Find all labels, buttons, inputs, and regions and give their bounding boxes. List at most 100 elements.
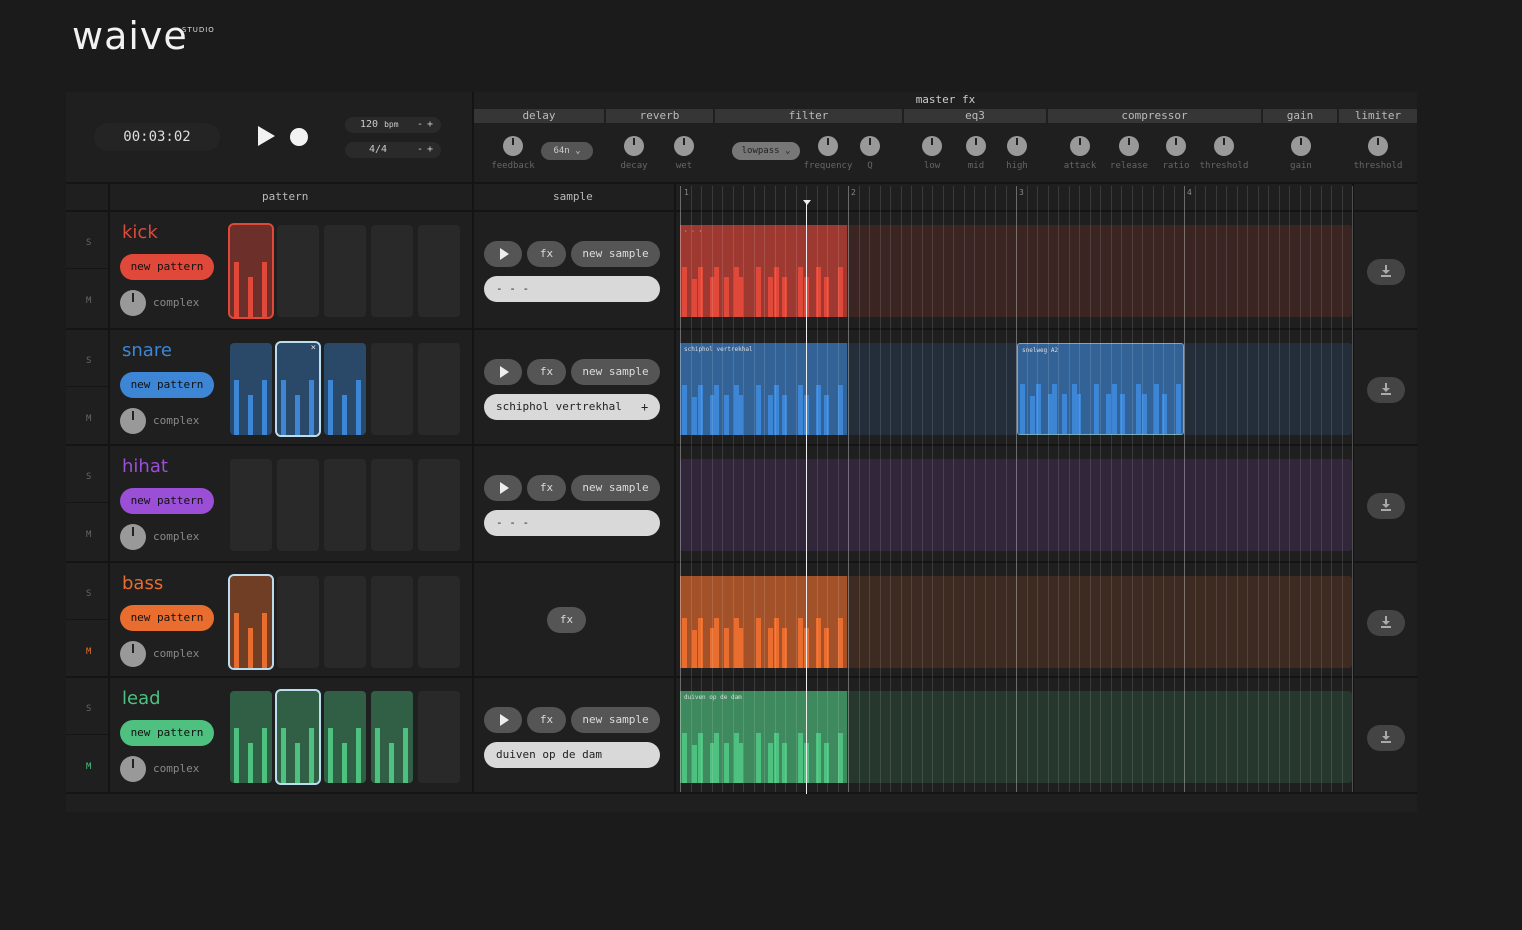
mute-button[interactable]: M (86, 296, 91, 306)
pattern-slot[interactable] (371, 459, 413, 551)
pattern-slot[interactable] (228, 223, 274, 319)
playhead[interactable] (806, 202, 807, 794)
mute-button[interactable]: M (86, 530, 91, 540)
pattern-slot[interactable] (277, 225, 319, 317)
download-icon (1381, 616, 1391, 628)
limiter-threshold-knob[interactable] (1368, 136, 1388, 156)
complexity-knob[interactable] (120, 524, 146, 550)
eq-high-knob[interactable] (1007, 136, 1027, 156)
new-sample-button[interactable]: new sample (571, 707, 660, 733)
knob-label: wet (675, 161, 693, 171)
sample-fx-button[interactable]: fx (527, 475, 566, 501)
pattern-slot[interactable] (324, 576, 366, 668)
sample-fx-button[interactable]: fx (527, 241, 566, 267)
delay-time-dropdown[interactable]: 64n ⌄ (541, 142, 593, 160)
download-button[interactable] (1367, 259, 1405, 285)
beat-gridline (1079, 186, 1080, 792)
sig-plus[interactable]: + (427, 144, 433, 155)
close-icon[interactable]: × (311, 343, 316, 353)
pattern-slot[interactable] (418, 576, 460, 668)
solo-button[interactable]: S (86, 704, 91, 714)
mute-button[interactable]: M (86, 762, 91, 772)
filter-q-knob[interactable] (860, 136, 880, 156)
comp-release-knob[interactable] (1119, 136, 1139, 156)
pattern-slot[interactable] (230, 691, 272, 783)
pattern-slot[interactable] (371, 343, 413, 435)
sample-name-field[interactable]: - - - (484, 276, 660, 302)
solo-button[interactable]: S (86, 472, 91, 482)
pattern-slot[interactable] (275, 689, 321, 785)
reverb-wet-knob[interactable] (674, 136, 694, 156)
complexity-knob[interactable] (120, 756, 146, 782)
add-icon[interactable]: + (641, 400, 648, 414)
sample-name-field[interactable]: - - - (484, 510, 660, 536)
new-pattern-button[interactable]: new pattern (120, 254, 214, 280)
new-pattern-button[interactable]: new pattern (120, 488, 214, 514)
sample-fx-button[interactable]: fx (527, 359, 566, 385)
pattern-slot[interactable] (230, 343, 272, 435)
pattern-slot[interactable] (418, 343, 460, 435)
gain-knob[interactable] (1291, 136, 1311, 156)
new-pattern-button[interactable]: new pattern (120, 720, 214, 746)
pattern-slot[interactable] (324, 225, 366, 317)
eq-mid-knob[interactable] (966, 136, 986, 156)
bpm-control[interactable]: 120 bpm - + (345, 117, 441, 133)
sample-fx-button[interactable]: fx (527, 707, 566, 733)
pattern-bar (389, 743, 394, 783)
time-signature-control[interactable]: 4/4 - + (345, 142, 441, 158)
playhead-marker[interactable] (803, 200, 811, 205)
pattern-slot[interactable] (371, 225, 413, 317)
new-sample-button[interactable]: new sample (571, 475, 660, 501)
new-sample-button[interactable]: new sample (571, 359, 660, 385)
pattern-slot[interactable] (371, 576, 413, 668)
complexity-knob[interactable] (120, 641, 146, 667)
pattern-slot[interactable] (324, 459, 366, 551)
play-button[interactable] (258, 126, 275, 146)
complexity-knob[interactable] (120, 408, 146, 434)
pattern-slot[interactable] (371, 691, 413, 783)
pattern-slot[interactable]: × (275, 341, 321, 437)
bpm-plus[interactable]: + (427, 119, 433, 130)
sample-name-field[interactable]: duiven op de dam (484, 742, 660, 768)
pattern-slot[interactable] (228, 574, 274, 670)
pattern-slot[interactable] (277, 576, 319, 668)
comp-threshold-knob[interactable] (1214, 136, 1234, 156)
sample-play-button[interactable] (484, 241, 522, 267)
download-button[interactable] (1367, 610, 1405, 636)
new-pattern-button[interactable]: new pattern (120, 372, 214, 398)
sample-play-button[interactable] (484, 359, 522, 385)
sig-minus[interactable]: - (417, 144, 423, 155)
sample-name-field[interactable]: schiphol vertrekhal (484, 394, 660, 420)
reverb-decay-knob[interactable] (624, 136, 644, 156)
comp-attack-knob[interactable] (1070, 136, 1090, 156)
comp-ratio-knob[interactable] (1166, 136, 1186, 156)
pattern-slot[interactable] (277, 459, 319, 551)
pattern-slot[interactable] (418, 691, 460, 783)
mute-button[interactable]: M (86, 414, 91, 424)
download-button[interactable] (1367, 493, 1405, 519)
filter-type-dropdown[interactable]: lowpass ⌄ (732, 142, 800, 160)
mute-button[interactable]: M (86, 647, 91, 657)
waveform-bar (692, 630, 697, 668)
filter-frequency-knob[interactable] (818, 136, 838, 156)
complexity-knob[interactable] (120, 290, 146, 316)
delay-feedback-knob[interactable] (503, 136, 523, 156)
pattern-slot[interactable] (418, 459, 460, 551)
solo-button[interactable]: S (86, 589, 91, 599)
pattern-slot[interactable] (418, 225, 460, 317)
record-button[interactable] (290, 128, 308, 146)
pattern-slot[interactable] (230, 459, 272, 551)
download-button[interactable] (1367, 377, 1405, 403)
bpm-minus[interactable]: - (417, 119, 423, 130)
pattern-slot[interactable] (324, 691, 366, 783)
sample-play-button[interactable] (484, 707, 522, 733)
pattern-slot[interactable] (324, 343, 366, 435)
new-sample-button[interactable]: new sample (571, 241, 660, 267)
eq-low-knob[interactable] (922, 136, 942, 156)
solo-button[interactable]: S (86, 356, 91, 366)
solo-button[interactable]: S (86, 238, 91, 248)
new-pattern-button[interactable]: new pattern (120, 605, 214, 631)
sample-fx-button[interactable]: fx (547, 607, 586, 633)
download-button[interactable] (1367, 725, 1405, 751)
sample-play-button[interactable] (484, 475, 522, 501)
